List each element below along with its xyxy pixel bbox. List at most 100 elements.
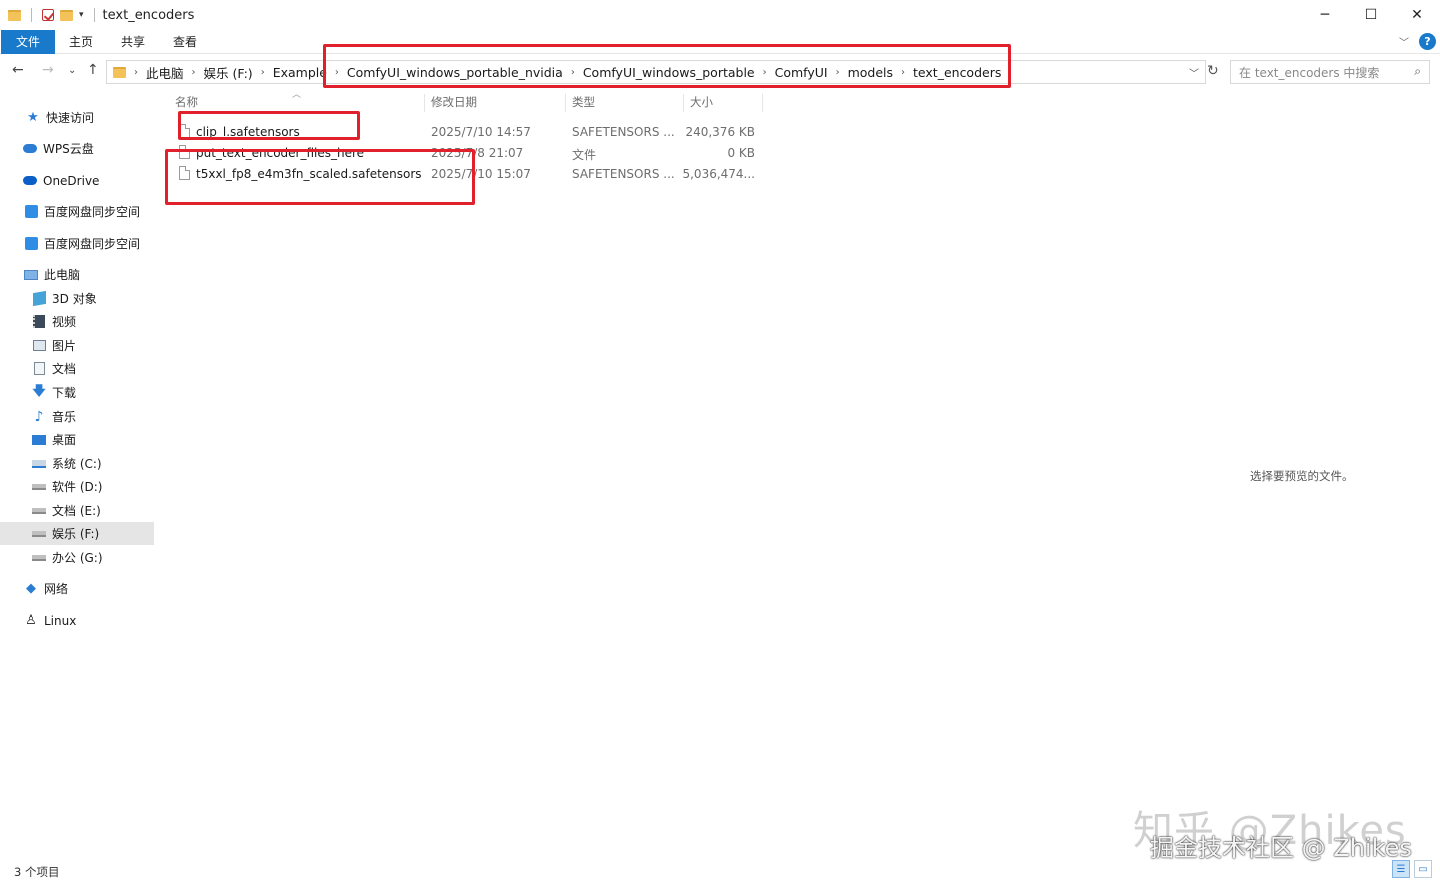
- search-placeholder: 在 text_encoders 中搜索: [1239, 65, 1380, 80]
- breadcrumb-this-pc[interactable]: 此电脑: [146, 63, 184, 82]
- annotation-box-t5xxl: [165, 149, 475, 205]
- new-folder-icon[interactable]: [60, 9, 73, 21]
- system-drive-icon: [32, 458, 46, 470]
- file-size: 0 KB: [727, 146, 755, 160]
- file-type: SAFETENSORS ...: [572, 167, 675, 181]
- navigation-pane: ★ 快速访问 WPS云盘 OneDrive 百度网盘同步空间 百度网盘同步空间 此…: [0, 100, 160, 860]
- sidebar-item-label: 百度网盘同步空间: [44, 237, 141, 251]
- sidebar-item-wps-cloud[interactable]: WPS云盘: [0, 137, 154, 160]
- sidebar-item-network[interactable]: ◆ 网络: [0, 577, 154, 600]
- sidebar-item-this-pc[interactable]: 此电脑: [0, 263, 154, 286]
- title-bar: ▾ text_encoders ─ ☐ ✕: [0, 0, 1440, 30]
- properties-icon[interactable]: [42, 9, 54, 21]
- column-header-type[interactable]: 类型: [572, 94, 595, 112]
- column-divider[interactable]: [762, 94, 763, 112]
- preview-message: 选择要预览的文件。: [1250, 469, 1354, 483]
- search-icon: ⌕: [1414, 64, 1421, 78]
- maximize-button[interactable]: ☐: [1348, 0, 1394, 30]
- sidebar-item-baidu-sync-1[interactable]: 百度网盘同步空间: [0, 200, 154, 223]
- sidebar-item-label: 百度网盘同步空间: [44, 205, 141, 219]
- sidebar-item-music[interactable]: ♪ 音乐: [0, 405, 154, 428]
- music-icon: ♪: [34, 408, 44, 425]
- ribbon-right: ﹀ ?: [1399, 33, 1436, 50]
- breadcrumb-chevron-icon[interactable]: ›: [261, 67, 265, 78]
- network-icon: ◆: [26, 581, 36, 596]
- linux-icon: ♙: [25, 613, 37, 628]
- star-icon: ★: [27, 110, 39, 125]
- sidebar-item-drive-c[interactable]: 系统 (C:): [0, 452, 154, 475]
- search-input[interactable]: 在 text_encoders 中搜索 ⌕: [1230, 60, 1430, 84]
- close-button[interactable]: ✕: [1394, 0, 1440, 30]
- annotation-box-path: [323, 44, 1011, 88]
- sidebar-item-label: WPS云盘: [43, 142, 94, 156]
- recent-locations-chevron-icon[interactable]: ⌄: [68, 65, 76, 76]
- minimize-button[interactable]: ─: [1302, 0, 1348, 30]
- breadcrumb-example[interactable]: Example: [273, 65, 327, 80]
- up-arrow-icon[interactable]: ↑: [87, 62, 99, 78]
- breadcrumb-chevron-icon[interactable]: ›: [134, 67, 138, 78]
- sidebar-item-drive-g[interactable]: 办公 (G:): [0, 546, 154, 569]
- large-icons-view-icon[interactable]: ▭: [1414, 860, 1432, 878]
- tab-home[interactable]: 主页: [55, 30, 107, 54]
- sidebar-item-label: 文档 (E:): [52, 504, 101, 518]
- forward-arrow-icon[interactable]: →: [42, 62, 54, 78]
- help-icon[interactable]: ?: [1419, 33, 1436, 50]
- sidebar-item-onedrive[interactable]: OneDrive: [0, 169, 154, 192]
- column-divider[interactable]: [683, 94, 684, 112]
- sidebar-item-drive-d[interactable]: 软件 (D:): [0, 475, 154, 498]
- sidebar-item-label: 音乐: [52, 410, 77, 424]
- breadcrumb-drive-f[interactable]: 娱乐 (F:): [204, 63, 253, 82]
- column-divider[interactable]: [565, 94, 566, 112]
- sidebar-item-label: 软件 (D:): [52, 480, 103, 494]
- column-header-size[interactable]: 大小: [690, 94, 713, 112]
- drive-icon: [32, 552, 46, 564]
- sidebar-item-drive-e[interactable]: 文档 (E:): [0, 499, 154, 522]
- baidu-icon: [24, 205, 38, 218]
- sidebar-item-3d-objects[interactable]: 3D 对象: [0, 287, 154, 310]
- file-modified: 2025/7/10 14:57: [431, 125, 531, 139]
- sort-ascending-icon: ︿: [292, 90, 302, 100]
- sidebar-item-label: 文档: [52, 362, 77, 376]
- address-dropdown-icon[interactable]: ﹀: [1189, 65, 1199, 80]
- sidebar-item-downloads[interactable]: 🡇 下载: [0, 381, 154, 404]
- window-controls: ─ ☐ ✕: [1302, 0, 1440, 30]
- tab-view[interactable]: 查看: [159, 30, 211, 54]
- column-header-modified[interactable]: 修改日期: [431, 94, 477, 112]
- breadcrumb-chevron-icon[interactable]: ›: [192, 67, 196, 78]
- sidebar-item-videos[interactable]: 视频: [0, 310, 154, 333]
- sidebar-item-baidu-sync-2[interactable]: 百度网盘同步空间: [0, 232, 154, 255]
- sidebar-item-pictures[interactable]: 图片: [0, 334, 154, 357]
- video-icon: [32, 315, 46, 328]
- file-size: 240,376 KB: [685, 125, 755, 139]
- expand-ribbon-icon[interactable]: ﹀: [1399, 34, 1409, 49]
- sidebar-item-label: 办公 (G:): [52, 551, 103, 565]
- sidebar-item-label: 图片: [52, 339, 77, 353]
- onedrive-icon: [23, 175, 37, 187]
- folder-icon: [8, 9, 21, 21]
- sidebar-item-label: 系统 (C:): [52, 457, 102, 471]
- column-divider[interactable]: [424, 94, 425, 112]
- sidebar-item-label: 网络: [44, 582, 69, 596]
- sidebar-item-drive-f[interactable]: 娱乐 (F:): [0, 522, 154, 545]
- sidebar-item-label: 视频: [52, 315, 77, 329]
- sidebar-item-linux[interactable]: ♙ Linux: [0, 609, 154, 632]
- sidebar-item-label: 此电脑: [44, 268, 81, 282]
- sidebar-item-documents[interactable]: 文档: [0, 357, 154, 380]
- sidebar-item-label: OneDrive: [43, 173, 100, 188]
- computer-icon: [24, 269, 38, 281]
- customize-toolbar-dropdown[interactable]: ▾: [79, 10, 84, 20]
- sidebar-item-desktop[interactable]: 桌面: [0, 428, 154, 451]
- sidebar-item-label: 3D 对象: [52, 292, 97, 306]
- back-arrow-icon[interactable]: ←: [12, 62, 24, 78]
- sidebar-item-quick-access[interactable]: ★ 快速访问: [0, 106, 154, 129]
- refresh-icon[interactable]: ↻: [1207, 63, 1219, 79]
- drive-icon: [32, 528, 46, 540]
- sidebar-item-label: Linux: [44, 613, 77, 628]
- tab-file[interactable]: 文件: [1, 29, 56, 54]
- tab-share[interactable]: 共享: [107, 30, 159, 54]
- column-header-name[interactable]: 名称: [175, 94, 198, 112]
- desktop-icon: [32, 434, 46, 446]
- file-type: 文件: [572, 148, 597, 162]
- item-count: 3 个项目: [14, 865, 60, 879]
- window-title: text_encoders: [102, 7, 195, 23]
